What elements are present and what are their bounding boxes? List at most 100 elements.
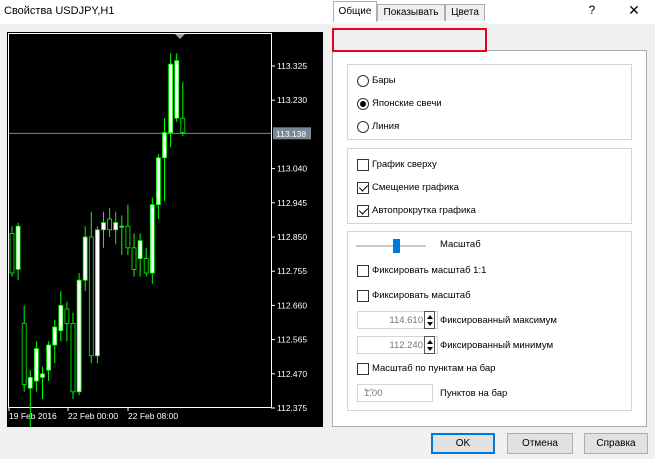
points-per-bar-select[interactable]: 1.00 ﹀	[357, 384, 433, 402]
candle-body	[174, 60, 180, 119]
candle-body	[76, 279, 82, 393]
radio-line[interactable]: Линия	[357, 119, 399, 134]
checkbox-chart-on-top-label: График сверху	[372, 159, 437, 170]
price-tick-label: 112.850	[277, 232, 307, 242]
price-tick-label: 112.565	[277, 335, 307, 345]
help-button[interactable]: Справка	[584, 433, 648, 454]
candle-body	[149, 204, 155, 274]
price-tick-label: 112.470	[277, 369, 307, 379]
candle-body	[107, 218, 112, 231]
price-tick-label: 112.375	[277, 403, 307, 413]
checkbox-autoscroll[interactable]: Автопрокрутка графика	[357, 203, 476, 218]
fixed-max-value: 114.610	[389, 315, 423, 326]
radio-bars-label: Бары	[372, 75, 396, 86]
candle-body	[33, 348, 39, 382]
time-tick-label: 19 Feb 2016	[9, 411, 57, 421]
candle-body	[64, 308, 70, 324]
scale-slider-track[interactable]	[356, 245, 426, 247]
radio-candles-indicator[interactable]	[357, 97, 369, 110]
candle-body	[27, 376, 33, 389]
price-tick-label: 113.040	[277, 164, 307, 174]
fixed-max-label: Фиксированный максимум	[440, 315, 557, 326]
chart-preview: 113.325 113.230 113.040 112.945 112.850 112.7…	[7, 32, 323, 427]
tab-general[interactable]: Общие	[333, 1, 377, 22]
help-icon[interactable]: ?	[586, 3, 598, 17]
radio-candles[interactable]: Японские свечи	[357, 96, 442, 111]
candle-body	[125, 225, 131, 249]
candle-body	[9, 232, 15, 274]
fixed-min-spinner[interactable]	[424, 336, 435, 354]
spin-up-icon[interactable]	[427, 340, 433, 344]
spin-down-icon[interactable]	[427, 322, 433, 326]
checkbox-chart-shift[interactable]: Смещение графика	[357, 180, 459, 195]
chart-svg: 113.325 113.230 113.040 112.945 112.850 112.7…	[8, 33, 311, 427]
current-price-label: 113.138	[276, 129, 306, 139]
candle-body	[162, 132, 167, 159]
checkbox-chart-on-top[interactable]: График сверху	[357, 157, 437, 172]
candle-body	[58, 304, 64, 331]
ok-button[interactable]: OK	[431, 433, 495, 454]
candle-body	[70, 322, 76, 393]
candle-body	[46, 344, 51, 371]
chevron-down-icon[interactable]: ﹀	[364, 386, 427, 399]
spin-up-icon[interactable]	[427, 315, 433, 319]
checkbox-chart-on-top-box[interactable]	[357, 158, 369, 171]
candle-body	[101, 222, 106, 231]
candle-body	[82, 236, 88, 281]
candle-body	[137, 240, 143, 260]
radio-bars-indicator[interactable]	[357, 74, 369, 87]
candle-body	[21, 322, 27, 385]
close-icon[interactable]: ✕	[627, 2, 641, 19]
fixed-max-spinner[interactable]	[424, 311, 435, 329]
candle-body	[119, 225, 125, 228]
tab-colors-label: Цвета	[451, 7, 479, 18]
scale-label: Масштаб	[440, 239, 481, 250]
checkbox-fix-scale[interactable]: Фиксировать масштаб	[357, 288, 471, 303]
candle-body	[155, 157, 161, 206]
checkbox-fix-scale-1-1[interactable]: Фиксировать масштаб 1:1	[357, 263, 486, 278]
cancel-button[interactable]: Отмена	[507, 433, 573, 454]
radio-bars[interactable]: Бары	[357, 73, 396, 88]
price-tick-label: 113.230	[277, 95, 307, 105]
checkbox-chart-shift-box[interactable]	[357, 181, 369, 194]
chart-shift-marker	[175, 34, 185, 39]
candle-body	[88, 236, 94, 357]
radio-line-indicator[interactable]	[357, 120, 369, 133]
window-title: Свойства USDJPY,H1	[4, 5, 115, 17]
candle-body	[143, 258, 149, 274]
checkbox-chart-shift-label: Смещение графика	[372, 182, 459, 193]
checkbox-fix-scale-1-1-box[interactable]	[357, 264, 369, 277]
fixed-min-label: Фиксированный минимум	[440, 340, 554, 351]
spin-down-icon[interactable]	[427, 347, 433, 351]
price-tick-label: 113.325	[277, 61, 307, 71]
points-per-bar-label: Пунктов на бар	[440, 388, 508, 399]
candle-body	[15, 225, 21, 270]
candle-body	[131, 247, 137, 270]
tab-show[interactable]: Показывать	[377, 4, 445, 21]
tab-general-label: Общие	[338, 6, 372, 17]
title-bar: Свойства USDJPY,H1 ? ✕	[0, 0, 655, 24]
candle-body	[40, 373, 45, 378]
checkbox-points-per-bar-label: Масштаб по пунктам на бар	[372, 363, 496, 374]
checkbox-autoscroll-box[interactable]	[357, 204, 369, 217]
tabs-highlight-box	[332, 28, 487, 52]
fixed-min-value: 112.240	[389, 340, 423, 351]
checkbox-points-per-bar-box[interactable]	[357, 362, 369, 375]
candle-body	[52, 326, 58, 346]
radio-candles-label: Японские свечи	[372, 98, 442, 109]
scale-slider-thumb[interactable]	[392, 239, 400, 253]
checkbox-autoscroll-label: Автопрокрутка графика	[372, 205, 476, 216]
candle-body	[180, 117, 186, 133]
checkbox-fix-scale-box[interactable]	[357, 289, 369, 302]
checkbox-points-per-bar[interactable]: Масштаб по пунктам на бар	[357, 361, 495, 376]
price-tick-label: 112.660	[277, 300, 307, 310]
candle-body	[95, 229, 100, 357]
checkbox-fix-scale-1-1-label: Фиксировать масштаб 1:1	[372, 265, 487, 276]
tab-show-label: Показывать	[383, 7, 439, 18]
candle-body	[168, 63, 174, 134]
checkbox-fix-scale-label: Фиксировать масштаб	[372, 290, 471, 301]
candle-body	[113, 222, 119, 231]
tab-colors[interactable]: Цвета	[445, 4, 485, 21]
radio-line-label: Линия	[372, 121, 400, 132]
price-tick-label: 112.945	[277, 198, 307, 208]
